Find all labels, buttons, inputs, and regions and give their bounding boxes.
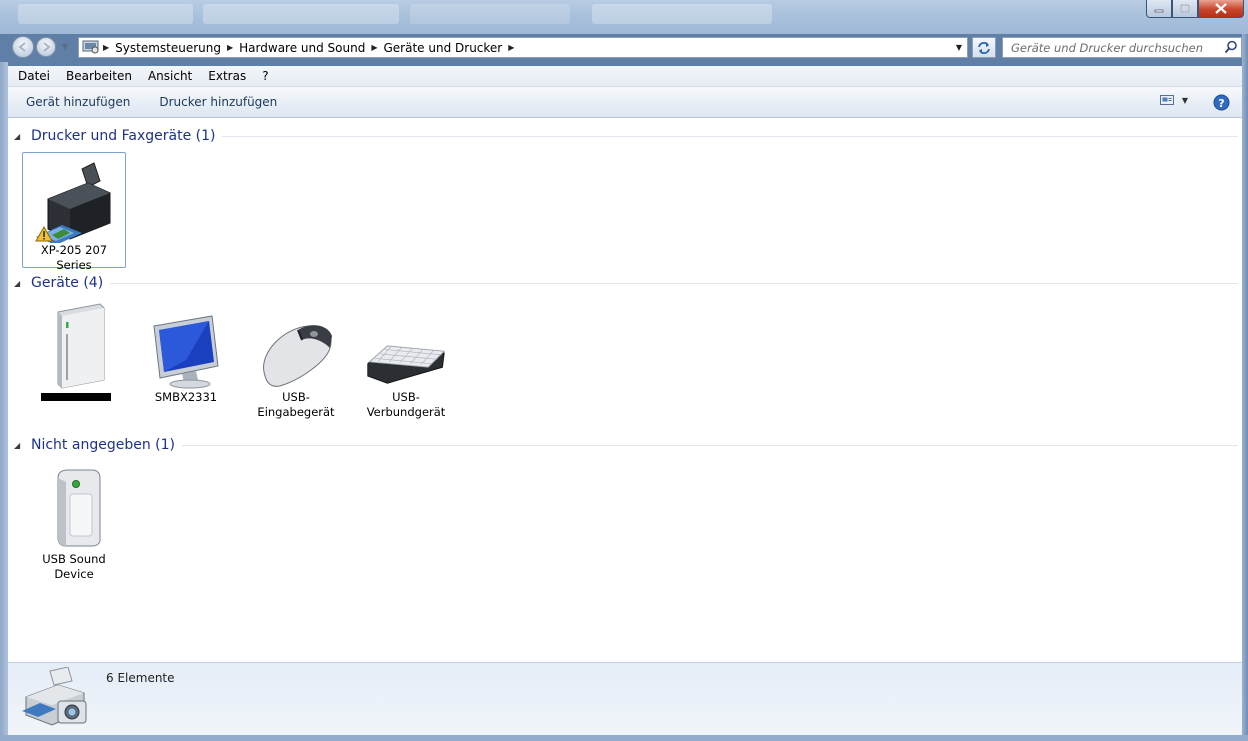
menu-extras[interactable]: Extras: [200, 69, 254, 83]
window-border: [1242, 34, 1248, 741]
svg-text:?: ?: [1218, 97, 1224, 110]
printer-camera-icon: [22, 666, 92, 729]
control-panel-icon: [79, 39, 103, 57]
device-item-computer[interactable]: [24, 300, 128, 405]
forward-arrow-icon: [43, 42, 51, 52]
keyboard-icon: [366, 300, 446, 390]
forward-button[interactable]: [36, 37, 56, 57]
group-header-unspecified[interactable]: ◢ Nicht angegeben (1): [14, 435, 1238, 455]
navigation-bar: ▼ ▶ Systemsteuerung ▶ Hardware und Sound…: [0, 34, 1248, 62]
group-header-printers[interactable]: ◢ Drucker und Faxgeräte (1): [14, 126, 1238, 146]
divider: [110, 282, 1238, 284]
item-count: 6 Elemente: [106, 671, 175, 685]
printer-warning-icon: [34, 153, 114, 245]
device-label: USB-Eingabegerät: [257, 390, 335, 419]
divider: [181, 444, 1238, 446]
breadcrumb-systemsteuerung[interactable]: Systemsteuerung: [109, 41, 227, 55]
add-printer-button[interactable]: Drucker hinzufügen: [145, 95, 292, 109]
device-item-usb-sound[interactable]: USB Sound Device: [22, 462, 126, 582]
device-label-redacted: [24, 390, 128, 405]
change-view-button[interactable]: ▼: [1159, 94, 1188, 106]
add-device-button[interactable]: Gerät hinzufügen: [8, 95, 145, 109]
chevron-down-icon[interactable]: ▼: [1182, 96, 1188, 105]
close-icon: [1215, 3, 1227, 14]
minimize-icon: [1154, 9, 1164, 12]
group-title: Nicht angegeben (1): [31, 437, 175, 453]
menu-help[interactable]: ?: [254, 69, 276, 83]
divider: [222, 135, 1238, 137]
window-border: [0, 735, 1248, 741]
taskbar-ghost-tab: [410, 4, 570, 24]
taskbar-ghost-tab: [18, 4, 193, 24]
back-button[interactable]: [12, 36, 34, 58]
breadcrumb-geraete-und-drucker[interactable]: Geräte und Drucker: [378, 41, 509, 55]
monitor-icon: [146, 300, 226, 390]
menu-bar: Datei Bearbeiten Ansicht Extras ?: [8, 66, 1242, 87]
device-label: SMBX2331: [154, 390, 218, 404]
device-label: XP-205 207 Series: [40, 243, 108, 272]
recent-pages-dropdown[interactable]: ▼: [62, 42, 68, 51]
search-box[interactable]: [1002, 37, 1242, 58]
device-item-mouse[interactable]: USB-Eingabegerät: [244, 300, 348, 420]
window-controls: [1146, 0, 1244, 18]
chevron-right-icon[interactable]: ▶: [508, 43, 514, 52]
computer-tower-icon: [36, 300, 116, 390]
back-arrow-icon: [18, 42, 26, 52]
maximize-icon: [1180, 3, 1190, 13]
menu-ansicht[interactable]: Ansicht: [140, 69, 200, 83]
group-title: Geräte (4): [31, 275, 104, 291]
device-item-monitor[interactable]: SMBX2331: [134, 300, 238, 405]
help-icon: ?: [1213, 94, 1230, 111]
menu-datei[interactable]: Datei: [8, 69, 58, 83]
devices-pane: ◢ Drucker und Faxgeräte (1) XP-205 207 S…: [8, 118, 1242, 662]
command-bar: Gerät hinzufügen Drucker hinzufügen ▼ ?: [8, 87, 1242, 118]
breadcrumb-hardware-und-sound[interactable]: Hardware und Sound: [233, 41, 371, 55]
search-icon[interactable]: [1224, 40, 1238, 57]
address-dropdown-button[interactable]: ▼: [951, 38, 967, 57]
window-content: Datei Bearbeiten Ansicht Extras ? Gerät …: [8, 66, 1242, 735]
group-header-devices[interactable]: ◢ Geräte (4): [14, 273, 1238, 293]
device-item-keyboard[interactable]: USB-Verbundgerät: [354, 300, 458, 420]
collapse-triangle-icon[interactable]: ◢: [14, 441, 24, 450]
window-title-bar: [0, 0, 1248, 34]
taskbar-ghost-tab: [592, 4, 772, 24]
refresh-button[interactable]: [972, 37, 996, 58]
search-input[interactable]: [1003, 38, 1225, 57]
maximize-button[interactable]: [1172, 0, 1198, 18]
group-title: Drucker und Faxgeräte (1): [31, 128, 216, 144]
close-button[interactable]: [1198, 0, 1244, 18]
device-label: USB Sound Device: [42, 552, 106, 581]
collapse-triangle-icon[interactable]: ◢: [14, 132, 24, 141]
view-options-icon: [1159, 95, 1174, 105]
device-label: USB-Verbundgerät: [366, 390, 446, 419]
window-border: [0, 62, 8, 741]
address-bar[interactable]: ▶ Systemsteuerung ▶ Hardware und Sound ▶…: [78, 37, 968, 58]
details-pane: 6 Elemente: [8, 662, 1242, 735]
minimize-button[interactable]: [1146, 0, 1172, 18]
refresh-icon: [978, 41, 990, 54]
collapse-triangle-icon[interactable]: ◢: [14, 279, 24, 288]
generic-device-icon: [34, 462, 114, 552]
taskbar-ghost-tab: [203, 4, 399, 24]
menu-bearbeiten[interactable]: Bearbeiten: [58, 69, 140, 83]
help-button[interactable]: ?: [1213, 94, 1230, 114]
device-item-printer[interactable]: XP-205 207 Series: [22, 152, 126, 272]
mouse-icon: [256, 300, 336, 390]
